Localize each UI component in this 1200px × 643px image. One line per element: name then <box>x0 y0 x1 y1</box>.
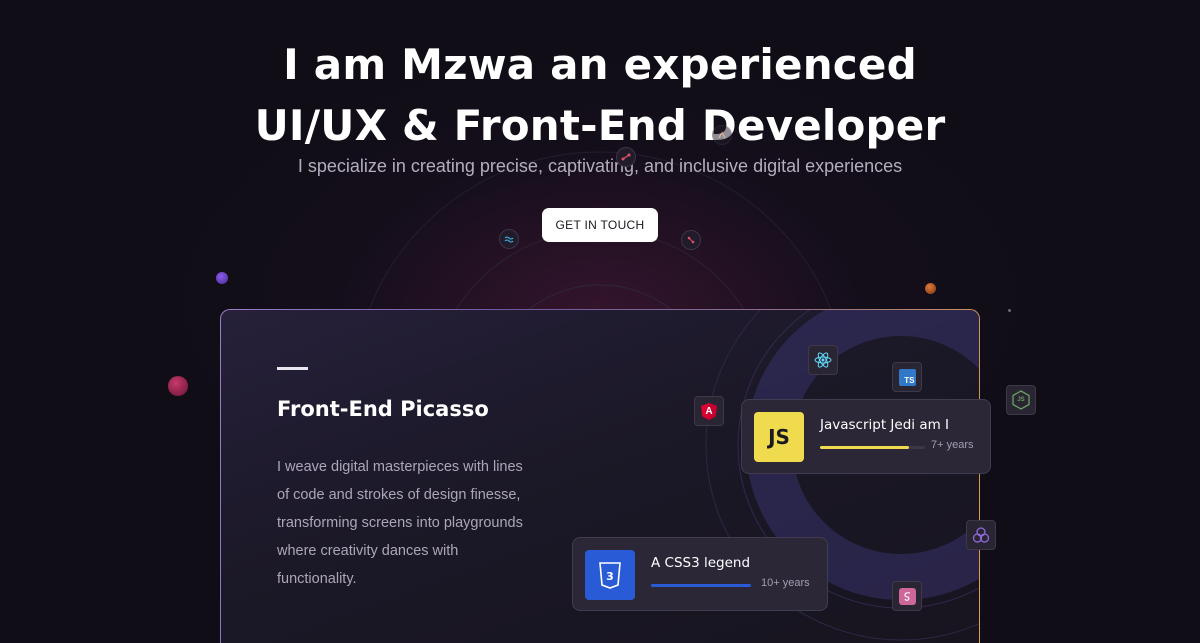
tailwind-icon <box>499 229 519 249</box>
skill-progress-track <box>651 584 751 587</box>
purple-orb <box>216 272 228 284</box>
git-icon <box>616 147 636 167</box>
svg-text:3: 3 <box>606 570 614 583</box>
hero-title-line-2: UI/UX & Front-End Developer <box>254 101 946 150</box>
angular-icon: A <box>694 396 724 426</box>
title-accent-line <box>277 367 308 370</box>
skill-card-javascript: JS Javascript Jedi am I 7+ years <box>741 399 991 474</box>
sass-icon <box>892 581 922 611</box>
angular-letter: A <box>705 405 713 417</box>
skill-progress-track <box>820 446 925 449</box>
nodejs-letters: JS <box>1017 397 1025 403</box>
card-title: Front-End Picasso <box>277 397 489 421</box>
skill-name: A CSS3 legend <box>651 555 751 571</box>
hero-title-line-1: I am Mzwa an experienced <box>283 40 917 89</box>
css3-icon: 3 <box>585 550 635 600</box>
npm-icon <box>681 230 701 250</box>
redux-icon <box>966 520 996 550</box>
skill-years: 7+ years <box>931 439 974 451</box>
javascript-icon: JS <box>754 412 804 462</box>
magenta-orb <box>168 376 188 396</box>
hero-title: I am Mzwa an experienced UI/UX & Front-E… <box>0 34 1200 156</box>
typescript-badge: TS <box>898 368 916 386</box>
small-dot <box>1008 309 1011 312</box>
card-description: I weave digital masterpieces with lines … <box>277 459 523 587</box>
skill-progress-fill <box>820 446 910 449</box>
flow-icon <box>712 125 732 145</box>
orange-orb <box>925 283 936 294</box>
skill-card-css3: 3 A CSS3 legend 10+ years <box>572 537 828 611</box>
react-icon <box>808 345 838 375</box>
hero-subtitle: I specialize in creating precise, captiv… <box>297 156 903 176</box>
get-in-touch-button[interactable]: GET IN TOUCH <box>542 208 658 242</box>
nodejs-icon: JS <box>1006 385 1036 415</box>
typescript-icon: TS <box>892 362 922 392</box>
skill-progress-fill <box>651 584 751 587</box>
skill-name: Javascript Jedi am I <box>820 417 950 433</box>
skill-years: 10+ years <box>761 577 810 589</box>
